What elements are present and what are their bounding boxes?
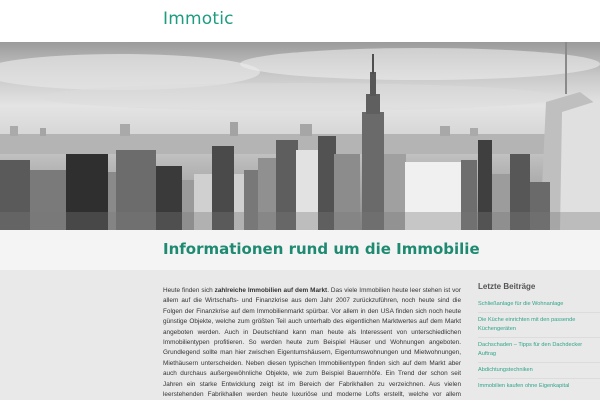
article-text: . Das viele Immobilien heute leer stehen… xyxy=(163,287,461,399)
article-body: Heute finden sich zahlreiche Immobilien … xyxy=(163,286,461,400)
recent-post-link[interactable]: Abdichtungstechniken xyxy=(478,366,600,375)
recent-post-item: Immobilien kaufen ohne Eigenkapital xyxy=(478,378,600,394)
recent-post-item: Schließanlage für die Wohnanlage xyxy=(478,297,600,312)
recent-post-item: Abdichtungstechniken xyxy=(478,362,600,378)
article-intro: Heute finden sich xyxy=(163,287,215,294)
recent-post-link[interactable]: Schließanlage für die Wohnanlage xyxy=(478,300,600,309)
page-title: Informationen rund um die Immobilie xyxy=(163,240,480,258)
recent-post-link[interactable]: Immobilien kaufen ohne Eigenkapital xyxy=(478,382,600,391)
recent-post-item: Die Küche einrichten mit den passende Kü… xyxy=(478,312,600,337)
content-area: Heute finden sich zahlreiche Immobilien … xyxy=(0,270,600,400)
site-title-link[interactable]: Immotic xyxy=(163,9,234,29)
sidebar-heading: Letzte Beiträge xyxy=(478,282,536,291)
recent-post-link[interactable]: Die Küche einrichten mit den passende Kü… xyxy=(478,316,600,334)
recent-post-item: Dachschaden – Tipps für den Dachdecker A… xyxy=(478,337,600,362)
article-intro-bold: zahlreiche Immobilien auf dem Markt xyxy=(214,287,328,294)
site-header: Immotic xyxy=(0,0,600,42)
recent-post-link[interactable]: Dachschaden – Tipps für den Dachdecker A… xyxy=(478,341,600,359)
hero-skyline-image xyxy=(0,42,600,230)
sidebar: Letzte Beiträge Schließanlage für die Wo… xyxy=(478,282,600,394)
skyline-graphic xyxy=(0,42,600,230)
recent-posts-list: Schließanlage für die Wohnanlage Die Küc… xyxy=(478,297,600,394)
page-title-band: Informationen rund um die Immobilie xyxy=(0,230,600,270)
